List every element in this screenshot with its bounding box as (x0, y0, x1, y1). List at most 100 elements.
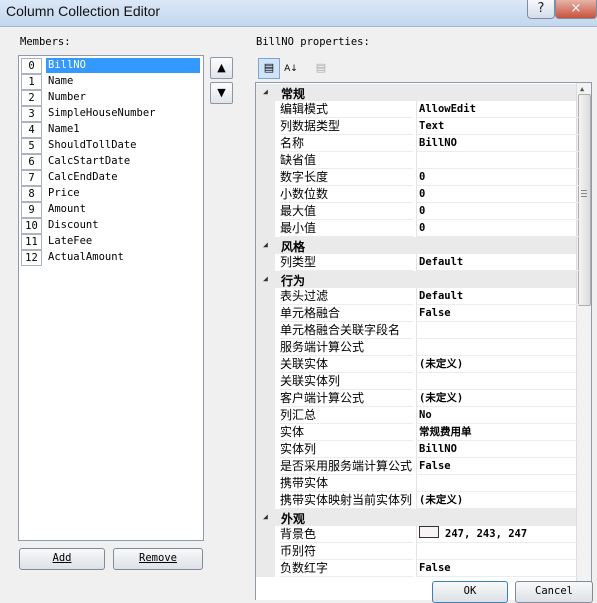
member-item[interactable]: 2 Number (20, 90, 202, 106)
property-value[interactable]: BillNO (416, 441, 579, 458)
ok-button[interactable]: OK (432, 581, 508, 603)
member-item[interactable]: 8 Price (20, 186, 202, 202)
property-grid[interactable]: ▲ ◢ 常规 编辑模式 AllowEdit 列数据类型 Text 名称 BillNO 缺省值 数字… (255, 82, 592, 600)
members-list[interactable]: 0 BillNO 1 Name 2 Number 3 SimpleHouseNumber 4 Na… (18, 55, 204, 541)
property-row[interactable]: 携带实体映射当前实体列 (未定义) (256, 492, 579, 509)
property-value[interactable]: Default (416, 288, 579, 305)
member-name: Name1 (48, 123, 80, 135)
property-value[interactable]: False (416, 560, 579, 577)
property-value[interactable]: AllowEdit (416, 101, 579, 118)
property-row[interactable]: 单元格融合关联字段名 (256, 322, 579, 339)
ok-button-label: OK (463, 585, 477, 597)
property-value[interactable]: 0 (416, 203, 579, 220)
property-name: 实体列 (280, 441, 413, 458)
property-row[interactable]: 实体列 BillNO (256, 441, 579, 458)
member-item[interactable]: 10 Discount (20, 218, 202, 234)
move-down-button[interactable]: ▼ (210, 82, 233, 104)
member-name: Number (48, 91, 86, 103)
property-row[interactable]: 关联实体 (未定义) (256, 356, 579, 373)
move-up-button[interactable]: ▲ (210, 57, 233, 79)
property-name: 表头过滤 (280, 288, 413, 305)
member-item[interactable]: 1 Name (20, 74, 202, 90)
property-row[interactable]: 缺省值 (256, 152, 579, 169)
scrollbar-thumb[interactable] (578, 94, 591, 306)
cancel-button[interactable]: Cancel (515, 581, 593, 603)
property-row[interactable]: 币别符 (256, 543, 579, 560)
member-index: 3 (21, 106, 42, 122)
property-row[interactable]: 服务端计算公式 (256, 339, 579, 356)
property-value[interactable] (416, 322, 579, 339)
property-row[interactable]: 携带实体 (256, 475, 579, 492)
property-value[interactable]: 0 (416, 186, 579, 203)
property-value[interactable]: (未定义) (416, 390, 579, 407)
property-row[interactable]: 实体 常规费用单 (256, 424, 579, 441)
property-value[interactable]: False (416, 458, 579, 475)
property-value[interactable] (416, 475, 579, 492)
property-category[interactable]: ◢ 常规 (256, 84, 576, 101)
member-item[interactable]: 7 CalcEndDate (20, 170, 202, 186)
member-index: 5 (21, 138, 42, 154)
property-row[interactable]: 负数红字 False (256, 560, 579, 577)
member-item[interactable]: 11 LateFee (20, 234, 202, 250)
member-item[interactable]: 9 Amount (20, 202, 202, 218)
member-name: Name (48, 75, 74, 87)
member-item[interactable]: 12 ActualAmount (20, 250, 202, 266)
property-value[interactable]: 0 (416, 169, 579, 186)
remove-button[interactable]: Remove (113, 548, 203, 570)
property-row[interactable]: 客户端计算公式 (未定义) (256, 390, 579, 407)
add-button[interactable]: Add (19, 548, 105, 570)
property-value[interactable] (416, 373, 579, 390)
member-item[interactable]: 6 CalcStartDate (20, 154, 202, 170)
property-row[interactable]: 列类型 Default (256, 254, 579, 271)
property-value[interactable]: False (416, 305, 579, 322)
property-name: 关联实体 (280, 356, 413, 373)
property-row[interactable]: 是否采用服务端计算公式 False (256, 458, 579, 475)
member-item[interactable]: 4 Name1 (20, 122, 202, 138)
property-row[interactable]: 小数位数 0 (256, 186, 579, 203)
collapse-icon[interactable]: ◢ (263, 240, 268, 249)
property-row[interactable]: 编辑模式 AllowEdit (256, 101, 579, 118)
member-item[interactable]: 0 BillNO (20, 58, 202, 74)
property-pages-button[interactable]: ▤ (310, 58, 332, 79)
collapse-icon[interactable]: ◢ (263, 87, 268, 96)
property-row[interactable]: 数字长度 0 (256, 169, 579, 186)
property-value[interactable]: 247, 243, 247 (416, 526, 579, 543)
property-row[interactable]: 名称 BillNO (256, 135, 579, 152)
property-category[interactable]: ◢ 行为 (256, 271, 576, 288)
property-value[interactable]: Default (416, 254, 579, 271)
property-value[interactable]: (未定义) (416, 492, 579, 509)
property-value[interactable]: 常规费用单 (416, 424, 579, 441)
property-value[interactable] (416, 339, 579, 356)
property-row[interactable]: 最小值 0 (256, 220, 579, 237)
property-row[interactable]: 关联实体列 (256, 373, 579, 390)
help-button[interactable]: ? (527, 0, 555, 19)
alphabetical-view-button[interactable]: A↓ (280, 58, 302, 79)
property-value[interactable] (416, 152, 579, 169)
title-bar: Column Collection Editor ? × (0, 0, 597, 27)
property-value[interactable]: (未定义) (416, 356, 579, 373)
property-category[interactable]: ◢ 风格 (256, 237, 576, 254)
property-row[interactable]: 最大值 0 (256, 203, 579, 220)
property-value[interactable]: No (416, 407, 579, 424)
collapse-icon[interactable]: ◢ (263, 512, 268, 521)
property-value[interactable] (416, 543, 579, 560)
property-name: 小数位数 (280, 186, 413, 203)
property-name: 客户端计算公式 (280, 390, 413, 407)
member-item[interactable]: 5 ShouldTollDate (20, 138, 202, 154)
property-row[interactable]: 列汇总 No (256, 407, 579, 424)
member-item[interactable]: 3 SimpleHouseNumber (20, 106, 202, 122)
property-category[interactable]: ◢ 外观 (256, 509, 576, 526)
member-index: 0 (21, 58, 42, 74)
property-row[interactable]: 单元格融合 False (256, 305, 579, 322)
remove-button-label: Remove (139, 552, 177, 564)
property-row[interactable]: 表头过滤 Default (256, 288, 579, 305)
scroll-up-arrow-icon[interactable]: ▲ (580, 85, 584, 93)
property-row[interactable]: 列数据类型 Text (256, 118, 579, 135)
categorized-view-button[interactable]: ▤ (258, 58, 280, 79)
collapse-icon[interactable]: ◢ (263, 274, 268, 283)
property-value[interactable]: Text (416, 118, 579, 135)
property-row[interactable]: 背景色 247, 243, 247 (256, 526, 579, 543)
close-button[interactable]: × (555, 0, 597, 19)
property-value[interactable]: 0 (416, 220, 579, 237)
property-value[interactable]: BillNO (416, 135, 579, 152)
